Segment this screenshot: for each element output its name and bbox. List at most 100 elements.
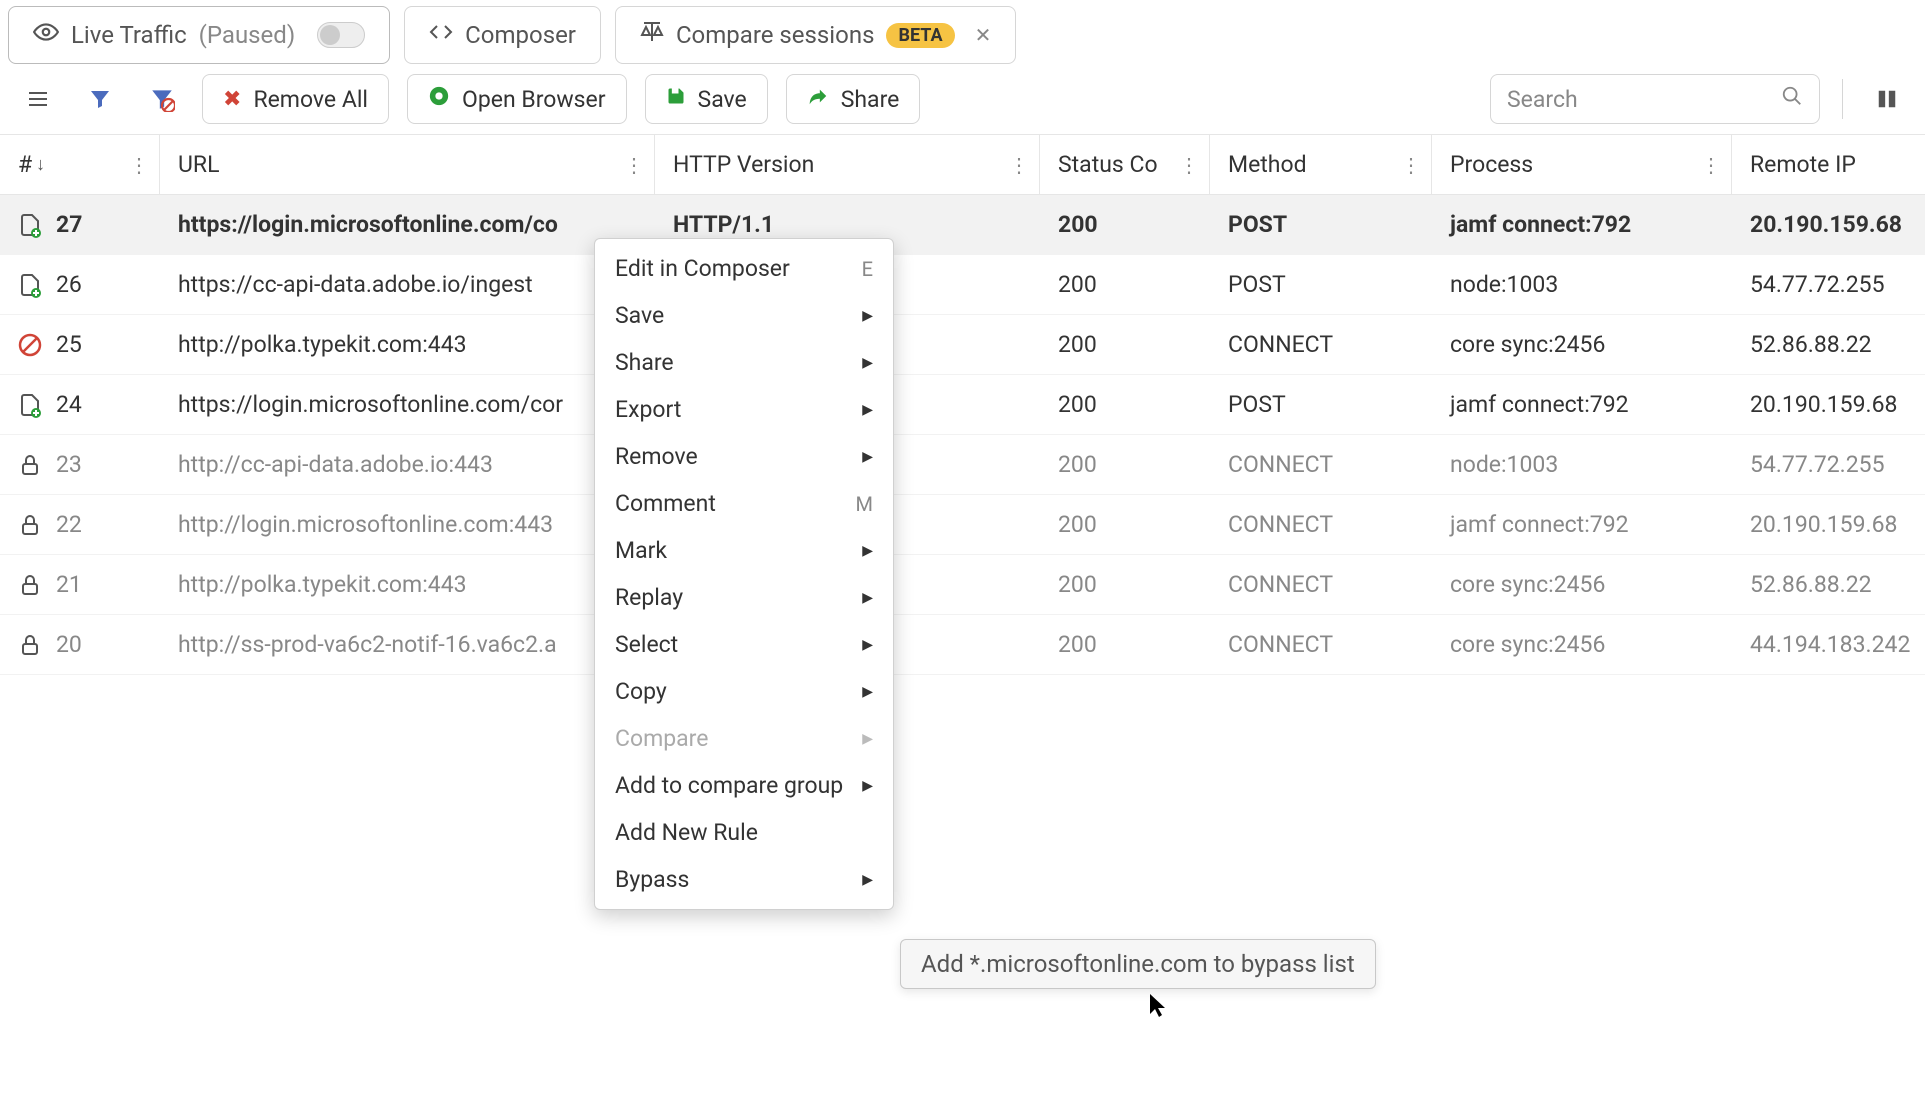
chevron-right-icon: ▶ [862, 590, 873, 606]
col-menu-icon[interactable]: ⋮ [129, 153, 149, 177]
chevron-right-icon: ▶ [862, 637, 873, 653]
row-method: CONNECT [1210, 555, 1432, 614]
doc-green-icon [18, 213, 42, 237]
table-row[interactable]: 24 https://login.microsoftonline.com/cor 2… [0, 375, 1925, 435]
menu-item-export[interactable]: Export ▶ [595, 386, 893, 433]
save-button[interactable]: Save [645, 74, 768, 124]
search-icon [1781, 85, 1803, 113]
search-input[interactable]: Search [1490, 74, 1820, 124]
col-menu-icon[interactable]: ⋮ [1179, 153, 1199, 177]
tab-compare-sessions[interactable]: Compare sessions BETA ✕ [615, 6, 1016, 64]
menu-item-save[interactable]: Save▶ [595, 292, 893, 339]
menu-label: Mark [615, 537, 667, 564]
menu-item-add-to-compare-group[interactable]: Add to compare group▶ [595, 762, 893, 809]
row-status: 200 [1040, 555, 1210, 614]
row-status: 200 [1040, 375, 1210, 434]
menu-item-comment[interactable]: CommentM [595, 480, 893, 527]
row-num: 23 [56, 451, 82, 478]
menu-item-add-new-rule[interactable]: Add New Rule [595, 809, 893, 856]
filter-icon[interactable] [78, 77, 122, 121]
menu-label: Replay [615, 584, 683, 611]
remove-all-button[interactable]: ✖ Remove All [202, 74, 389, 124]
row-url: http://polka.typekit.com:443 [160, 555, 655, 614]
table-row[interactable]: 26https://cc-api-data.adobe.io/ingest200… [0, 255, 1925, 315]
col-menu-icon[interactable]: ⋮ [1401, 153, 1421, 177]
open-browser-button[interactable]: Open Browser [407, 74, 627, 124]
doc-green-icon [18, 273, 42, 297]
tab-live-traffic[interactable]: Live Traffic (Paused) [8, 6, 390, 64]
menu-label: Export [615, 396, 681, 423]
row-url: https://login.microsoftonline.com/co [160, 195, 655, 254]
row-process: node:1003 [1432, 255, 1732, 314]
tab-composer[interactable]: Composer [404, 6, 601, 64]
filter-off-icon[interactable] [140, 77, 184, 121]
row-status: 200 [1040, 315, 1210, 374]
menu-item-mark[interactable]: Mark▶ [595, 527, 893, 574]
lock-icon [18, 633, 42, 657]
remove-all-label: Remove All [253, 86, 368, 113]
row-num: 21 [56, 571, 82, 598]
col-menu-icon[interactable]: ⋮ [624, 153, 644, 177]
search-placeholder: Search [1507, 86, 1578, 113]
menu-label: Save [615, 302, 664, 329]
menu-item-replay[interactable]: Replay ▶ [595, 574, 893, 621]
col-menu-icon[interactable]: ⋮ [1009, 153, 1029, 177]
row-process: node:1003 [1432, 435, 1732, 494]
col-ip[interactable]: Remote IP [1732, 135, 1925, 194]
row-ip: 20.190.159.68 [1732, 495, 1925, 554]
menu-label: Share [615, 349, 674, 376]
row-url: http://ss-prod-va6c2-notif-16.va6c2.a [160, 615, 655, 674]
menu-label: Add New Rule [615, 819, 758, 846]
menu-item-copy[interactable]: Copy▶ [595, 668, 893, 715]
col-menu-icon[interactable]: ⋮ [1701, 153, 1721, 177]
menu-item-select[interactable]: Select ▶ [595, 621, 893, 668]
menu-item-compare: Compare▶ [595, 715, 893, 762]
menu-label: Select [615, 631, 678, 658]
code-icon [429, 20, 453, 50]
table-row[interactable]: 27https://login.microsoftonline.com/coHT… [0, 195, 1925, 255]
chevron-right-icon: ▶ [862, 402, 873, 418]
share-button[interactable]: Share [786, 74, 921, 124]
row-ip: 20.190.159.68 [1732, 195, 1925, 254]
menu-item-remove[interactable]: Remove▶ [595, 433, 893, 480]
table-body: 27https://login.microsoftonline.com/coHT… [0, 195, 1925, 675]
save-icon [666, 86, 686, 112]
scale-icon [640, 20, 664, 50]
table-row[interactable]: 23http://cc-api-data.adobe.io:443200CONN… [0, 435, 1925, 495]
table-row[interactable]: 25http://polka.typekit.com:443200CONNECT… [0, 315, 1925, 375]
tab-live-label: Live Traffic [71, 21, 187, 49]
col-method[interactable]: Method ⋮ [1210, 135, 1432, 194]
browser-icon [428, 85, 450, 113]
col-http[interactable]: HTTP Version ⋮ [655, 135, 1040, 194]
row-url: http://polka.typekit.com:443 [160, 315, 655, 374]
row-num: 25 [56, 331, 82, 358]
table-row[interactable]: 20http://ss-prod-va6c2-notif-16.va6c2.a2… [0, 615, 1925, 675]
menu-item-bypass[interactable]: Bypass▶ [595, 856, 893, 903]
col-process[interactable]: Process ⋮ [1432, 135, 1732, 194]
menu-label: Edit in Composer [615, 255, 790, 282]
row-num: 24 [56, 391, 82, 418]
col-status[interactable]: Status Co ⋮ [1040, 135, 1210, 194]
eye-icon [33, 19, 59, 51]
row-method: POST [1210, 375, 1432, 434]
live-toggle[interactable] [317, 22, 365, 48]
layout-icon[interactable] [1865, 77, 1909, 121]
row-url: https://login.microsoftonline.com/cor [160, 375, 655, 434]
table-row[interactable]: 22http://login.microsoftonline.com:44320… [0, 495, 1925, 555]
lock-icon [18, 513, 42, 537]
col-url[interactable]: URL ⋮ [160, 135, 655, 194]
table-row[interactable]: 21 http://polka.typekit.com:443 200CONNECT… [0, 555, 1925, 615]
close-icon[interactable]: ✕ [975, 23, 992, 47]
row-status: 200 [1040, 435, 1210, 494]
table-header: # ↓ ⋮ URL ⋮ HTTP Version ⋮ Status Co ⋮ M… [0, 135, 1925, 195]
sort-desc-icon: ↓ [36, 154, 45, 175]
main-tabs: Live Traffic (Paused) Composer Compare s… [0, 0, 1925, 64]
col-num[interactable]: # ↓ ⋮ [0, 135, 160, 194]
context-menu: Edit in ComposerESave▶Share▶Export▶Remov… [594, 238, 894, 910]
menu-item-share[interactable]: Share▶ [595, 339, 893, 386]
submenu-bypass[interactable]: Add *.microsoftonline.com to bypass list [900, 939, 1376, 989]
menu-icon[interactable] [16, 77, 60, 121]
open-browser-label: Open Browser [462, 86, 606, 113]
chevron-right-icon: ▶ [862, 778, 873, 794]
menu-item-edit-in-composer[interactable]: Edit in ComposerE [595, 245, 893, 292]
